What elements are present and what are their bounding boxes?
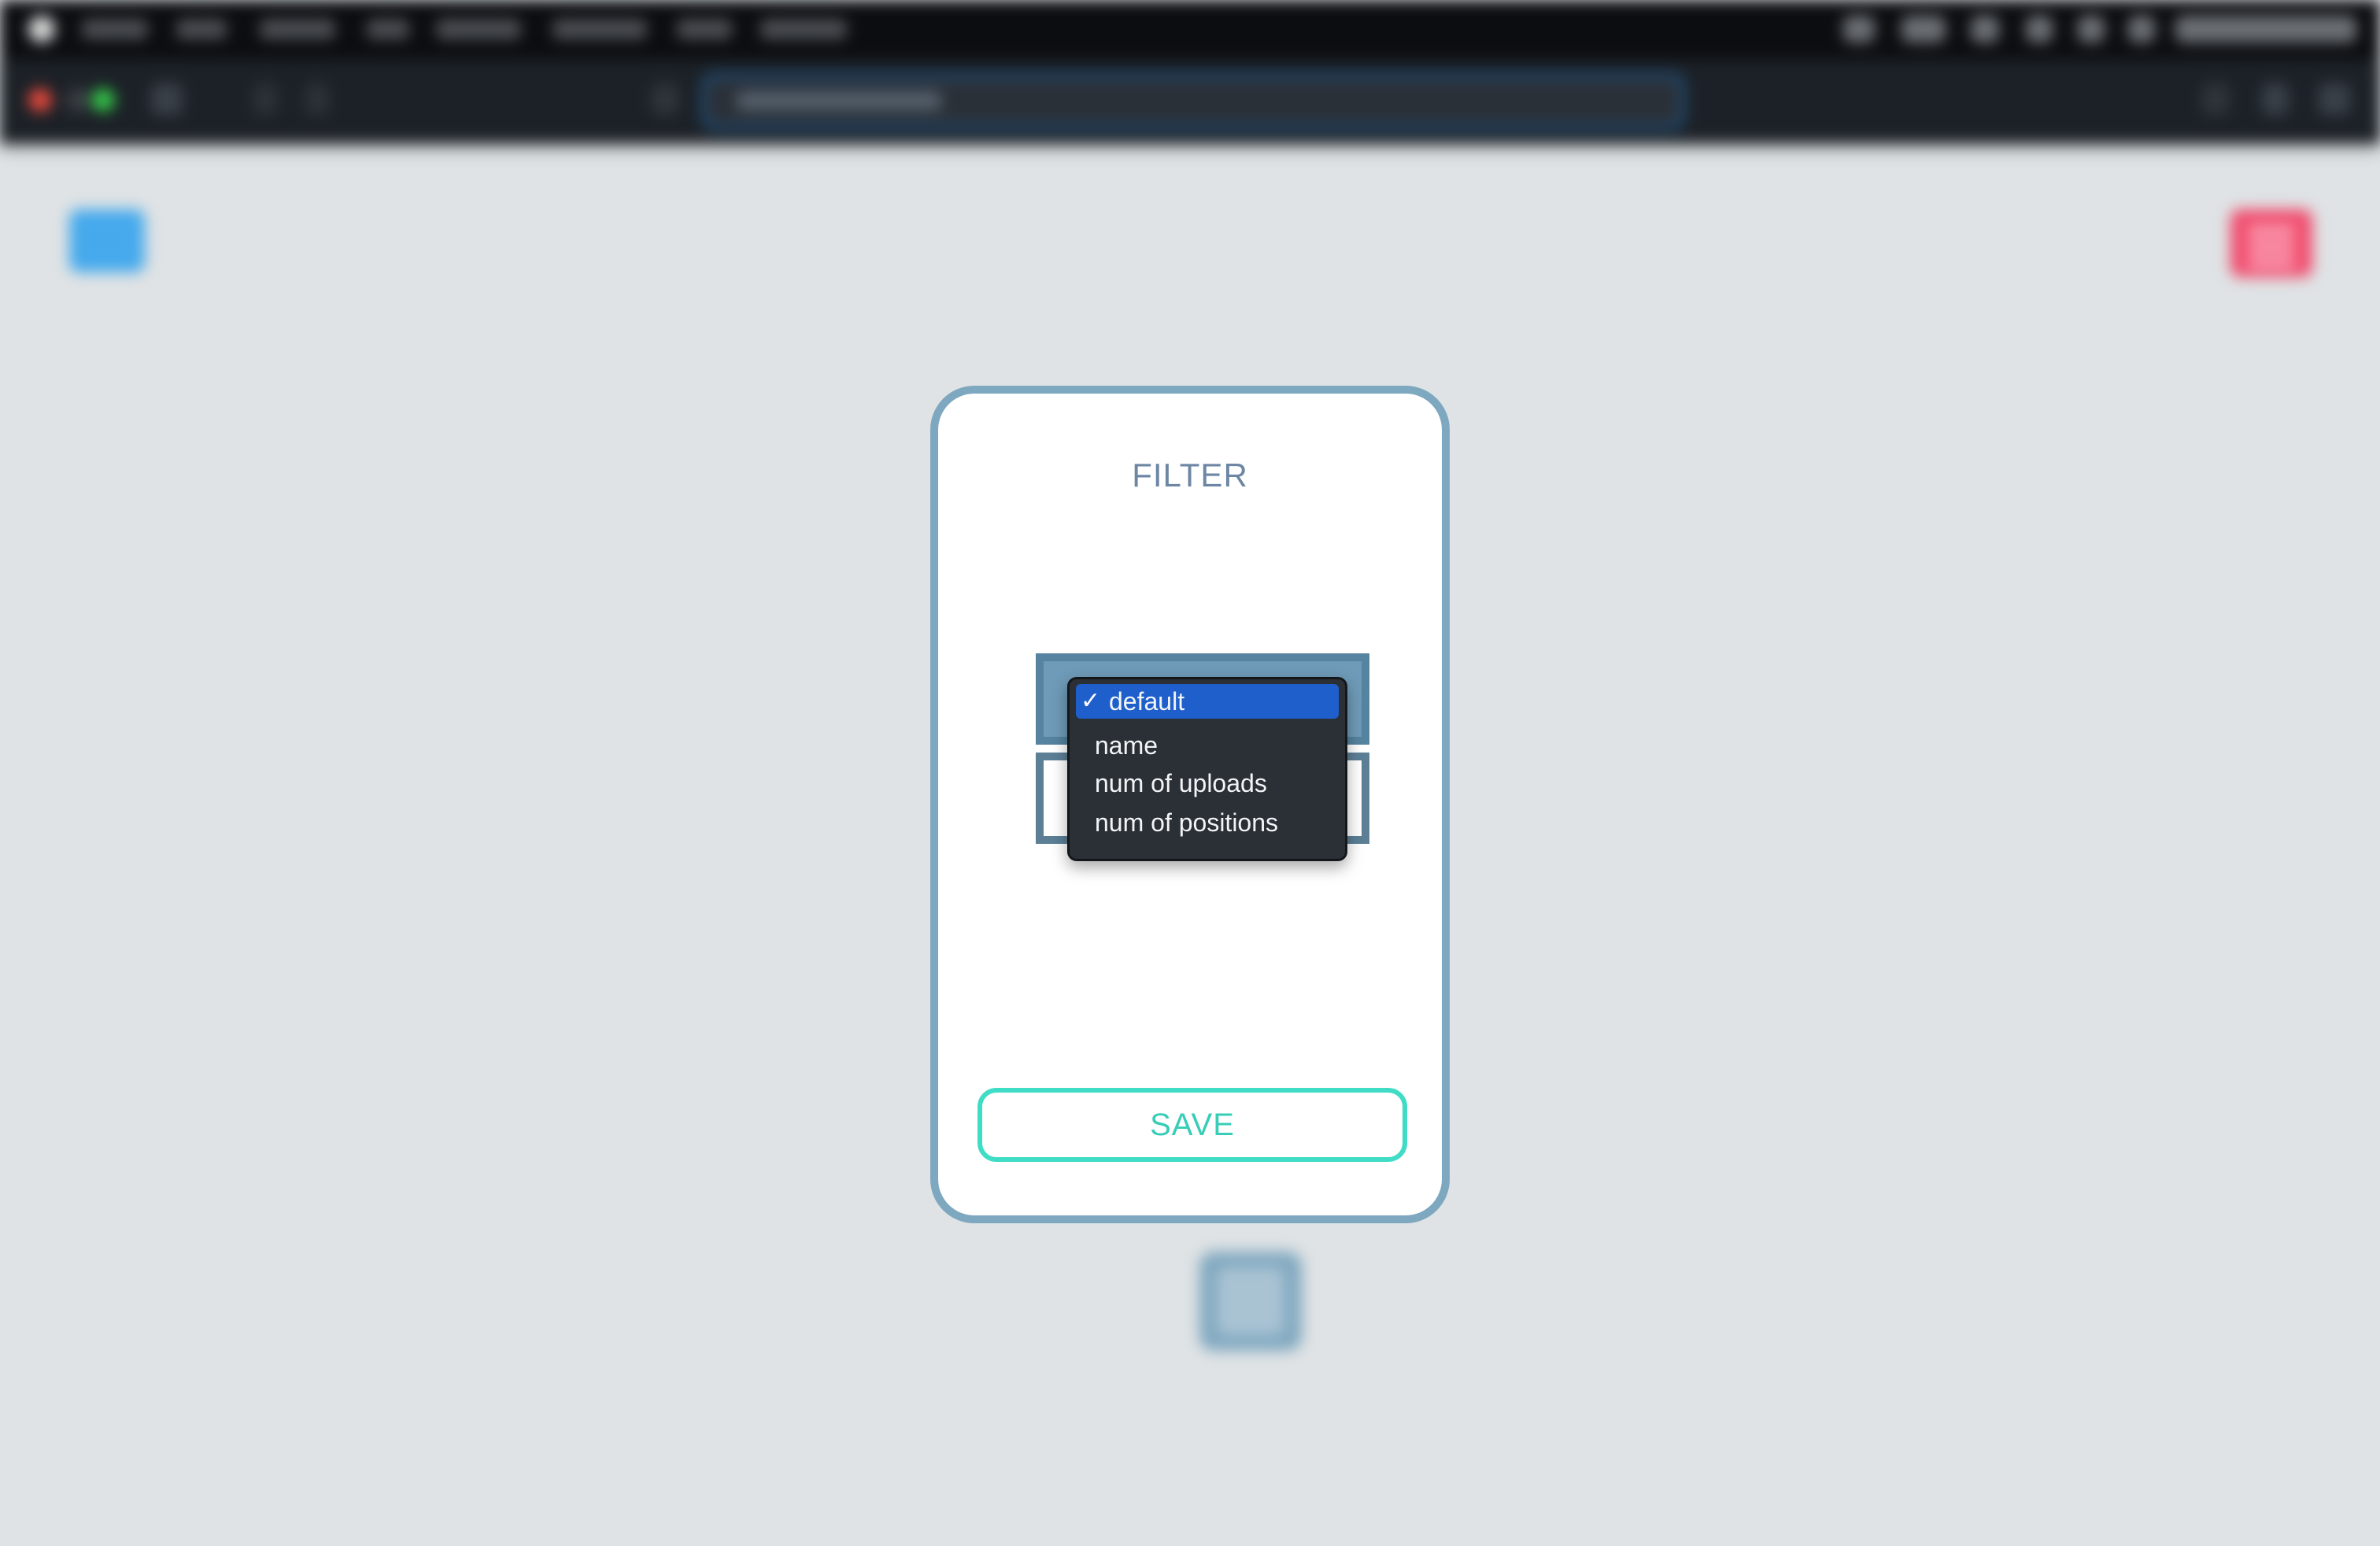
check-icon: ✓ xyxy=(1081,687,1101,715)
menu-item-view[interactable] xyxy=(367,19,409,39)
wifi-icon[interactable] xyxy=(1971,16,1999,43)
tab-overview-icon[interactable] xyxy=(2319,83,2350,115)
modal-title: FILTER xyxy=(1132,457,1248,494)
sort-dropdown-menu: ✓ default name num of uploads num of pos… xyxy=(1067,677,1347,861)
menu-item-edit[interactable] xyxy=(260,19,335,39)
menu-bar xyxy=(0,0,2380,58)
back-icon[interactable] xyxy=(253,83,277,115)
screen: FILTER ✓ default name num of uploads num… xyxy=(0,0,2380,1546)
share-icon[interactable] xyxy=(2202,83,2229,115)
clock[interactable] xyxy=(2175,16,2356,43)
new-tab-icon[interactable] xyxy=(2262,83,2289,115)
status-icon-battery[interactable] xyxy=(1901,16,1946,43)
minimize-window-icon[interactable] xyxy=(66,88,90,112)
forward-icon[interactable] xyxy=(305,83,329,115)
status-icon-1[interactable] xyxy=(1843,16,1875,43)
zoom-window-icon[interactable] xyxy=(91,88,115,112)
add-icon xyxy=(1217,1267,1284,1335)
address-bar[interactable] xyxy=(702,74,1684,129)
save-button[interactable]: SAVE xyxy=(978,1088,1407,1162)
menu-item-bookmarks[interactable] xyxy=(552,19,647,39)
dropdown-option-label: num of positions xyxy=(1095,808,1279,837)
shield-icon[interactable] xyxy=(652,83,678,115)
add-button[interactable] xyxy=(1199,1252,1302,1351)
dropdown-option-num-of-uploads[interactable]: num of uploads xyxy=(1076,766,1339,801)
menu-item-window[interactable] xyxy=(677,19,732,39)
close-window-icon[interactable] xyxy=(28,88,52,112)
apple-icon[interactable] xyxy=(28,16,55,43)
siri-icon[interactable] xyxy=(2128,16,2155,43)
menu-item-file[interactable] xyxy=(176,19,227,39)
dropdown-option-default[interactable]: ✓ default xyxy=(1076,684,1339,719)
dropdown-option-num-of-positions[interactable]: num of positions xyxy=(1076,805,1339,840)
search-icon[interactable] xyxy=(2026,16,2053,43)
dropdown-option-label: default xyxy=(1109,687,1185,716)
logout-button[interactable] xyxy=(2230,209,2312,277)
menu-item-app[interactable] xyxy=(82,19,148,39)
control-center-icon[interactable] xyxy=(2078,16,2105,43)
sidebar-icon[interactable] xyxy=(151,83,183,115)
dropdown-option-label: name xyxy=(1095,731,1159,760)
url-text xyxy=(737,91,941,110)
filter-modal: FILTER ✓ default name num of uploads num… xyxy=(930,386,1450,1223)
menu-item-history[interactable] xyxy=(436,19,521,39)
menu-item-help[interactable] xyxy=(760,19,847,39)
menu-button[interactable] xyxy=(69,209,145,272)
dropdown-option-name[interactable]: name xyxy=(1076,728,1339,763)
dropdown-option-label: num of uploads xyxy=(1095,769,1267,797)
